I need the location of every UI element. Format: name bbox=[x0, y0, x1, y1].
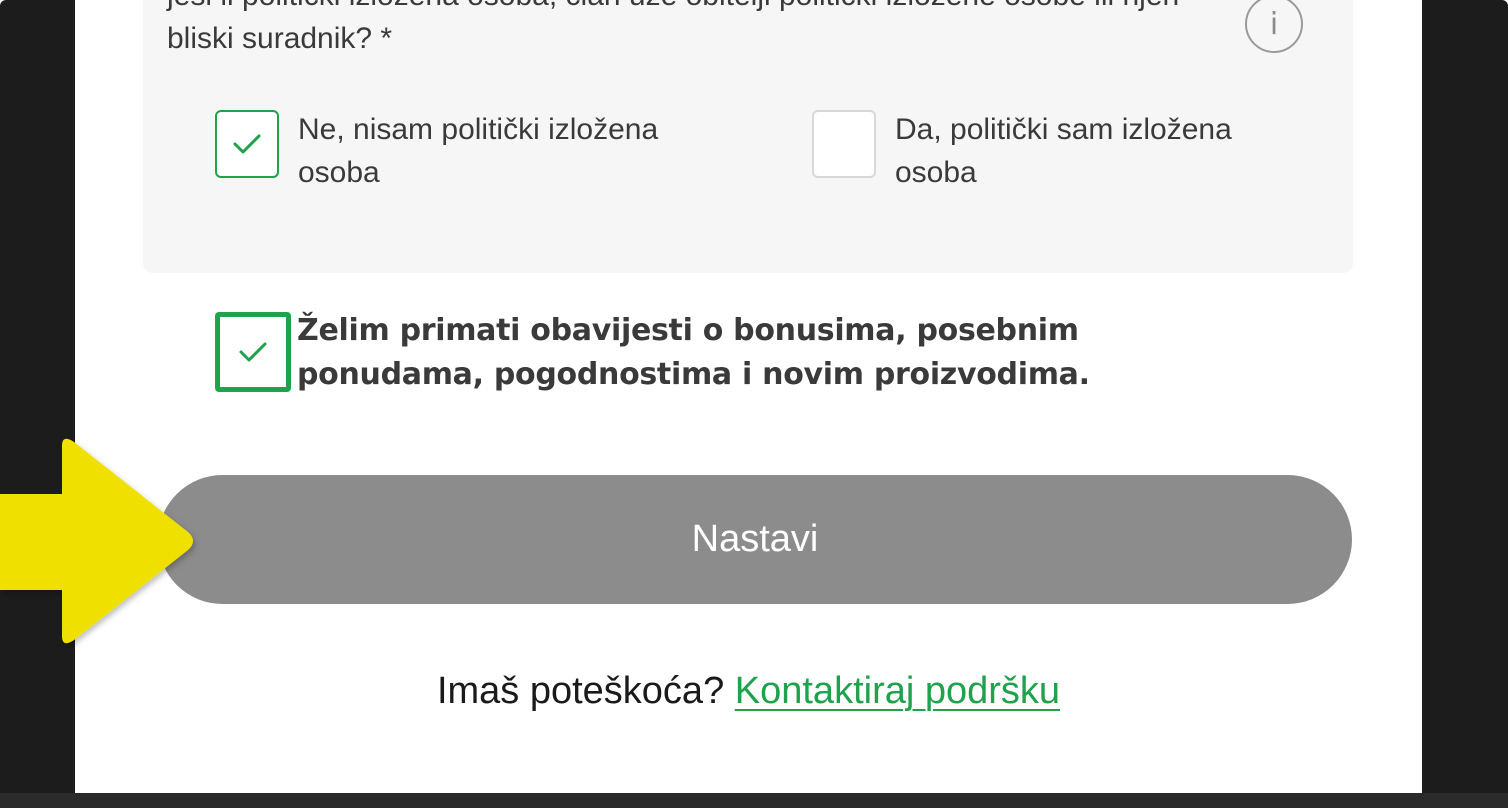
checkmark-icon bbox=[239, 342, 267, 362]
arrow-right-icon bbox=[0, 438, 193, 644]
checkmark-icon bbox=[233, 134, 261, 154]
continue-button[interactable]: Nastavi bbox=[158, 475, 1352, 604]
pep-question: jesi li politički izložena osoba, član u… bbox=[167, 0, 1179, 55]
device-frame: jesi li politički izložena osoba, član u… bbox=[0, 0, 1508, 808]
pep-option-no-label[interactable]: Ne, nisam politički izložena osoba bbox=[298, 108, 738, 194]
bottom-bar bbox=[0, 793, 1508, 808]
marketing-consent-label[interactable]: Želim primati obavijesti o bonusima, pos… bbox=[297, 309, 1177, 397]
info-glyph: i bbox=[1269, 6, 1279, 42]
help-text: Imaš poteškoća? bbox=[436, 670, 725, 712]
app-screen: jesi li politički izložena osoba, član u… bbox=[75, 0, 1422, 793]
pep-option-yes-checkbox[interactable] bbox=[812, 110, 876, 178]
help-line: Imaš poteškoća? Kontaktiraj podršku bbox=[75, 670, 1422, 713]
pep-option-yes-label[interactable]: Da, politički sam izložena osoba bbox=[895, 108, 1305, 194]
pep-option-no-checkbox[interactable] bbox=[215, 110, 279, 178]
contact-support-link[interactable]: Kontaktiraj podršku bbox=[735, 670, 1060, 712]
marketing-consent-checkbox[interactable] bbox=[215, 312, 291, 392]
